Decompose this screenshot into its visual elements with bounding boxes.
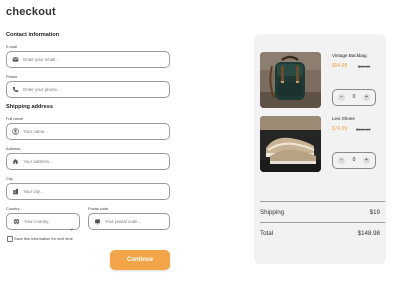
email-label: E-mail xyxy=(6,44,18,49)
postal-code-label: Postal code xyxy=(88,206,109,211)
city-field[interactable] xyxy=(6,183,170,200)
phone-field[interactable] xyxy=(6,81,170,98)
shipping-section-title: Shipping address xyxy=(6,104,53,110)
postal-code-field[interactable] xyxy=(88,213,170,230)
email-input[interactable] xyxy=(23,57,169,62)
save-info-checkbox[interactable] xyxy=(7,236,13,242)
save-info-label: Save this information for next time xyxy=(14,236,73,241)
country-select[interactable]: Your country.. xyxy=(6,213,80,231)
quantity-stepper-backpack[interactable]: − 0 + xyxy=(332,89,376,106)
country-label: Country xyxy=(6,206,20,211)
address-label: Address xyxy=(6,146,21,151)
mailbox-icon xyxy=(94,218,101,226)
shoes-image xyxy=(260,116,321,172)
address-input[interactable] xyxy=(23,159,169,164)
item-name-shoes: Levi Shoes xyxy=(332,116,355,121)
city-input[interactable] xyxy=(23,189,169,194)
city-label: City xyxy=(6,176,13,181)
user-icon xyxy=(12,128,19,136)
quantity-stepper-shoes[interactable]: − 0 + xyxy=(332,152,376,169)
full-name-label: Full name xyxy=(6,116,24,121)
shipping-cost-value: $19 xyxy=(369,209,380,216)
full-name-input[interactable] xyxy=(23,129,169,134)
phone-icon xyxy=(12,86,19,94)
page-title: checkout xyxy=(6,6,56,18)
chevron-down-icon xyxy=(69,219,74,231)
address-field[interactable] xyxy=(6,153,170,170)
backpack-image xyxy=(260,52,321,108)
phone-input[interactable] xyxy=(23,87,169,92)
item-old-price-backpack: $94.99 xyxy=(358,64,371,69)
full-name-field[interactable] xyxy=(6,123,170,140)
increase-button[interactable]: + xyxy=(363,94,370,101)
summary-divider-bottom xyxy=(260,222,385,223)
shipping-cost-label: Shipping xyxy=(260,209,285,216)
home-icon xyxy=(12,158,19,166)
phone-label: Phone xyxy=(6,74,18,79)
total-label: Total xyxy=(260,230,274,237)
item-name-backpack: Vintage Backbag xyxy=(332,53,367,58)
country-selected-value: Your country.. xyxy=(24,219,51,224)
email-field[interactable] xyxy=(6,51,170,68)
increase-button[interactable]: + xyxy=(363,157,370,164)
summary-divider-top xyxy=(260,201,385,202)
contact-section-title: Contact information xyxy=(6,32,60,38)
globe-icon xyxy=(12,218,20,226)
item-old-price-shoes: $124.99 xyxy=(356,127,371,132)
total-value: $148.98 xyxy=(357,230,380,237)
continue-button[interactable]: Continue xyxy=(110,250,170,270)
building-icon xyxy=(12,188,19,196)
item-price-shoes: $74.99 xyxy=(332,126,348,132)
postal-code-input[interactable] xyxy=(105,219,169,224)
mail-icon xyxy=(12,56,19,64)
item-price-backpack: $54.99 xyxy=(332,63,348,69)
